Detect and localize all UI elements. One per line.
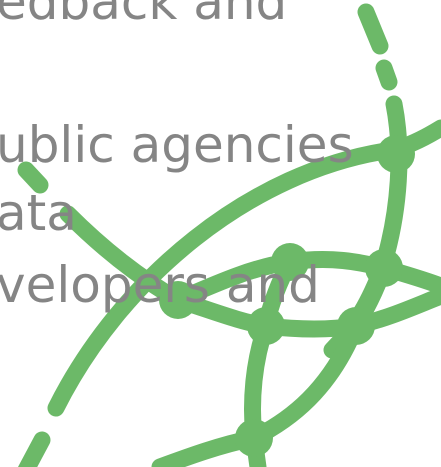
- arc-vertical-dash-2: [375, 59, 398, 91]
- network-node: [365, 249, 403, 287]
- network-node: [337, 307, 375, 345]
- slide-text-line-3: ata: [0, 184, 77, 242]
- slide-text-line-4: velopers and: [0, 256, 320, 314]
- slide-text-line-2: ublic agencies: [0, 116, 354, 174]
- slide-text-line-1: edback and: [0, 0, 288, 31]
- network-node: [235, 419, 273, 457]
- arc-vertical-dash-top: [357, 3, 389, 55]
- arc-bottom-left-dash: [18, 431, 51, 467]
- slide-canvas: edback and ublic agencies ata velopers a…: [0, 0, 441, 467]
- network-node: [377, 135, 415, 173]
